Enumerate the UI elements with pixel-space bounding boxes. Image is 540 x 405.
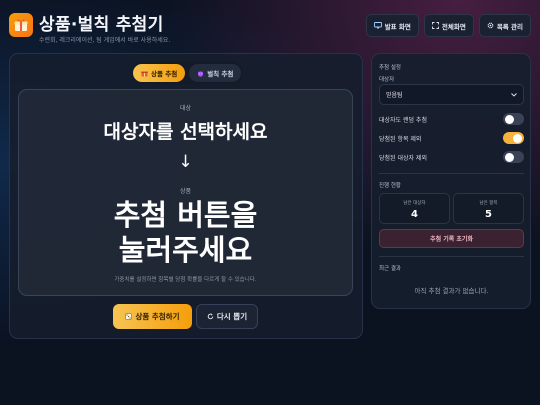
devil-icon: [197, 70, 204, 77]
dice-icon: [125, 313, 133, 320]
gear-icon: [487, 22, 494, 29]
tab-prize-draw[interactable]: 상품 추첨: [133, 64, 186, 82]
toggle-exclude-items[interactable]: [503, 132, 524, 144]
prize-display: 추첨 버튼을 눌러주세요: [18, 198, 353, 268]
settings-heading: 추첨 설정: [379, 65, 401, 71]
monitor-icon: [373, 22, 382, 29]
toggle-random-target[interactable]: [503, 113, 524, 125]
prize-label: 상품: [179, 188, 192, 195]
remaining-items-stat: 남은 항목 5: [453, 193, 524, 224]
toggle-row-random-target: 대상자도 랜덤 추첨: [379, 112, 524, 126]
mode-tabs: 상품 추첨 벌칙 추첨: [131, 62, 244, 84]
action-row: 상품 추첨하기 다시 뽑기: [113, 304, 258, 329]
target-display: 대상자를 선택하세요: [103, 121, 268, 143]
page-subtitle: 수련회, 레크리에이션, 팀 게임에서 바로 사용하세요.: [39, 37, 171, 44]
remaining-items-label: 남은 항목: [479, 201, 498, 206]
remaining-items-value: 5: [485, 209, 492, 220]
refresh-icon: [207, 313, 214, 320]
results-empty-message: 아직 추첨 결과가 없습니다.: [414, 287, 489, 295]
tab-prize-draw-label: 상품 추첨: [151, 70, 178, 78]
divider: [379, 256, 524, 257]
presentation-button-label: 발표 화면: [384, 22, 411, 31]
target-label: 대상: [179, 105, 192, 112]
prize-display-line2: 눌러주세요: [118, 233, 253, 267]
manage-list-button-label: 목록 관리: [496, 22, 523, 31]
manage-list-button[interactable]: 목록 관리: [478, 14, 531, 37]
divider: [379, 173, 524, 174]
fullscreen-button-label: 전체화면: [441, 22, 466, 31]
target-select[interactable]: 믿음팀: [379, 84, 524, 105]
remaining-targets-label: 남은 대상자: [403, 201, 426, 206]
draw-prize-button-label: 상품 추첨하기: [135, 312, 180, 321]
fullscreen-button[interactable]: 전체화면: [423, 14, 474, 37]
fullscreen-icon: [431, 22, 439, 29]
toggle-exclude-targets-label: 당첨된 대상자 제외: [379, 154, 427, 162]
draw-prize-button[interactable]: 상품 추첨하기: [113, 304, 192, 329]
progress-heading: 진행 현황: [379, 183, 401, 189]
page-title: 상품·벌칙 추첨기: [39, 15, 164, 35]
prize-display-line1: 추첨 버튼을: [113, 198, 258, 232]
toggle-row-exclude-targets: 당첨된 대상자 제외: [379, 150, 524, 164]
target-heading: 대상자: [379, 77, 395, 83]
down-arrow-icon: ↓: [178, 152, 193, 172]
remaining-targets-stat: 남은 대상자 4: [379, 193, 450, 224]
app-logo-gift-icon: [9, 13, 33, 37]
toggle-row-exclude-items: 당첨된 항목 제외: [379, 131, 524, 145]
weight-hint: 가중치를 설정하면 항목별 당첨 확률을 다르게 할 수 있습니다.: [114, 277, 257, 283]
tab-penalty-draw[interactable]: 벌칙 추첨: [189, 64, 242, 82]
chevron-down-icon: [511, 92, 517, 97]
toggle-exclude-targets[interactable]: [503, 151, 524, 163]
results-heading: 최근 결과: [379, 266, 401, 272]
target-select-value: 믿음팀: [386, 92, 403, 99]
toggle-exclude-items-label: 당첨된 항목 제외: [379, 135, 422, 143]
redraw-button-label: 다시 뽑기: [216, 312, 248, 321]
tab-penalty-draw-label: 벌칙 추첨: [207, 70, 234, 78]
presentation-button[interactable]: 발표 화면: [365, 14, 419, 37]
remaining-targets-value: 4: [411, 209, 418, 220]
reset-history-button[interactable]: 추첨 기록 초기화: [379, 229, 524, 248]
toggle-random-target-label: 대상자도 랜덤 추첨: [379, 116, 427, 124]
gift-icon: [141, 70, 148, 77]
redraw-button[interactable]: 다시 뽑기: [196, 304, 258, 329]
header-actions: 발표 화면 전체화면 목록 관리: [365, 14, 531, 37]
